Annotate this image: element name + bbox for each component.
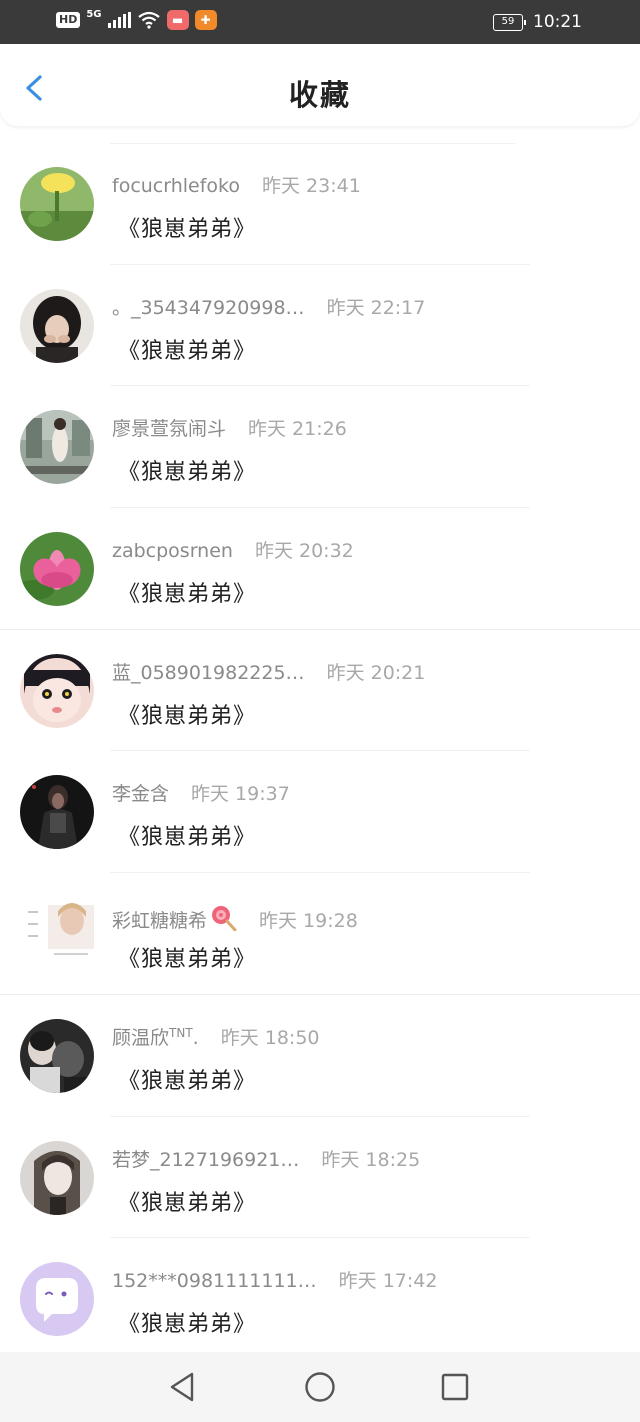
avatar[interactable] (20, 1262, 94, 1337)
user-name: 。_354347920998… (112, 296, 305, 319)
list-item[interactable]: 。_354347920998… 昨天 22:17 《狼崽弟弟》 (0, 265, 640, 387)
favorite-content: 《狼崽弟弟》 (118, 338, 257, 364)
favorite-content: 《狼崽弟弟》 (118, 460, 257, 486)
page-title: 收藏 (288, 78, 351, 112)
avatar[interactable] (20, 532, 94, 607)
user-name: focucrhlefoko (112, 175, 240, 197)
avatar[interactable] (20, 1018, 94, 1093)
avatar[interactable] (20, 167, 94, 241)
user-name-suffix: TNT (169, 1025, 193, 1040)
user-name: 若梦_2127196921… (112, 1148, 300, 1171)
nav-back-button[interactable] (166, 1370, 200, 1404)
favorite-content: 《狼崽弟弟》 (118, 1068, 257, 1094)
app-notification-icon: ▬ (166, 10, 189, 30)
user-name: 152***0981111111… (112, 1270, 317, 1293)
user-name: zabcposrnen (112, 540, 233, 563)
favorite-content: 《狼崽弟弟》 (118, 1190, 257, 1216)
status-time: 10:21 (533, 12, 582, 32)
list-item[interactable]: 蓝_058901982225… 昨天 20:21 《狼崽弟弟》 (0, 630, 640, 752)
favorite-content: 《狼崽弟弟》 (118, 825, 257, 851)
user-name: 廖景萱氛闹斗 (112, 418, 227, 441)
timestamp: 昨天 21:26 (248, 418, 347, 441)
user-name: 顾温欣 (112, 1026, 170, 1049)
game-notification-icon: ✚ (194, 10, 217, 30)
list-item[interactable]: 若梦_2127196921… 昨天 18:25 《狼崽弟弟》 (0, 1117, 640, 1239)
avatar[interactable] (20, 897, 94, 972)
timestamp: 昨天 20:21 (326, 661, 426, 684)
list-item[interactable]: 李金含 昨天 19:37 《狼崽弟弟》 (0, 751, 640, 874)
avatar[interactable] (20, 410, 94, 485)
user-name: 彩虹糖糖希 (112, 910, 208, 933)
circle-home-icon (305, 1372, 335, 1402)
timestamp: 昨天 18:50 (220, 1026, 320, 1049)
avatar[interactable] (20, 1140, 94, 1215)
timestamp: 昨天 19:37 (191, 783, 290, 806)
list-item[interactable]: 顾温欣 TNT. 昨天 18:50 《狼崽弟弟》 (0, 995, 640, 1117)
list-item[interactable]: zabcposrnen 昨天 20:32 《狼崽弟弟》 (0, 508, 640, 630)
lollipop-icon (212, 906, 237, 932)
favorite-content: 《狼崽弟弟》 (118, 582, 257, 608)
status-bar: HD 5G ▬ ✚ 59 10:21 (0, 0, 640, 44)
list-item[interactable]: 彩虹糖糖希 昨天 19:28 《狼崽弟弟》 (0, 873, 640, 995)
favorite-content: 《狼崽弟弟》 (118, 703, 257, 729)
timestamp: 昨天 22:17 (326, 296, 426, 319)
avatar[interactable] (20, 775, 94, 850)
wifi-icon (137, 11, 160, 29)
avatar[interactable] (20, 288, 94, 363)
battery-icon: 59 (493, 13, 526, 31)
title-bar: 收藏 (0, 44, 640, 126)
favorite-content: 《狼崽弟弟》 (118, 947, 257, 973)
list-item[interactable]: 152***0981111111… 昨天 17:42 《狼崽弟弟》 (0, 1238, 640, 1360)
timestamp: 昨天 20:32 (254, 540, 354, 563)
favorites-list: focucrhlefoko 昨天 23:41 《狼崽弟弟》 。_35434792… (0, 143, 640, 1360)
timestamp: 昨天 18:25 (321, 1148, 421, 1171)
hd-badge: HD (56, 12, 81, 28)
user-name-tail: . (192, 1026, 199, 1049)
user-name: 李金含 (112, 783, 170, 806)
favorite-content: 《狼崽弟弟》 (118, 1312, 257, 1338)
nav-home-button[interactable] (303, 1370, 337, 1404)
signal-icon (107, 12, 131, 28)
timestamp: 昨天 23:41 (262, 175, 361, 197)
favorite-content: 《狼崽弟弟》 (118, 217, 257, 242)
list-item[interactable]: focucrhlefoko 昨天 23:41 《狼崽弟弟》 (0, 143, 640, 265)
avatar[interactable] (20, 653, 94, 728)
user-name: 蓝_058901982225… (112, 661, 305, 684)
network-type: 5G (86, 9, 102, 20)
nav-recents-button[interactable] (438, 1370, 472, 1404)
system-nav-bar (0, 1352, 640, 1422)
triangle-back-icon (170, 1372, 194, 1402)
timestamp: 昨天 17:42 (338, 1270, 438, 1293)
square-recents-icon (441, 1373, 469, 1401)
timestamp: 昨天 19:28 (259, 910, 358, 933)
list-item[interactable]: 廖景萱氛闹斗 昨天 21:26 《狼崽弟弟》 (0, 386, 640, 509)
